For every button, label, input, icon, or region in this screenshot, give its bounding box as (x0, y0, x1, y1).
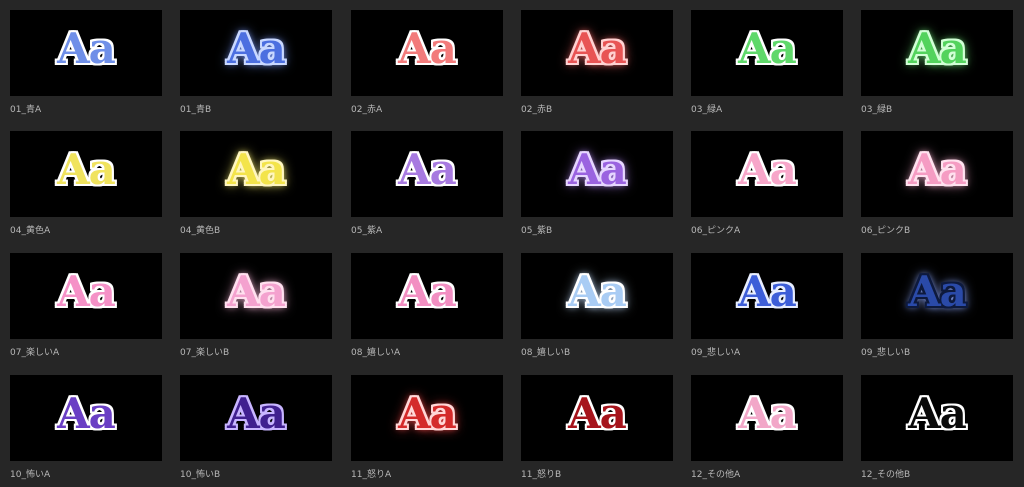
thumbnail-item[interactable]: Aa 08_嬉しいA (351, 253, 503, 365)
thumbnail-label: 12_その他B (861, 470, 911, 480)
sample-text: Aa (398, 267, 457, 316)
thumbnail-preview[interactable]: Aa (10, 10, 162, 96)
sample-text: Aa (57, 267, 116, 316)
thumbnail-item[interactable]: Aa 12_その他A (691, 375, 843, 487)
thumbnail-label: 04_黄色B (180, 226, 221, 236)
thumbnail-label: 01_青A (10, 105, 42, 115)
sample-text: Aa (568, 267, 627, 316)
thumbnail-preview[interactable]: Aa (521, 131, 673, 217)
thumbnail-preview[interactable]: Aa (691, 131, 843, 217)
thumbnail-label: 11_怒りB (521, 470, 562, 480)
thumbnail-label: 03_緑A (691, 105, 723, 115)
thumbnail-item[interactable]: Aa 02_赤B (521, 10, 673, 122)
thumbnail-item[interactable]: Aa 11_怒りA (351, 375, 503, 487)
thumbnail-label: 09_悲しいB (861, 348, 911, 358)
thumbnail-label: 06_ピンクB (861, 226, 911, 236)
thumbnail-item[interactable]: Aa 10_怖いA (10, 375, 162, 487)
sample-text: Aa (738, 389, 797, 438)
thumbnail-item[interactable]: Aa 09_悲しいA (691, 253, 843, 365)
thumbnail-preview[interactable]: Aa (521, 375, 673, 461)
thumbnail-label: 02_赤A (351, 105, 383, 115)
thumbnail-label: 04_黄色A (10, 226, 51, 236)
thumbnail-item[interactable]: Aa 07_楽しいA (10, 253, 162, 365)
sample-text: Aa (227, 24, 286, 73)
thumbnail-label: 05_紫B (521, 226, 553, 236)
sample-text: Aa (908, 145, 967, 194)
thumbnail-item[interactable]: Aa 08_嬉しいB (521, 253, 673, 365)
sample-text: Aa (908, 267, 967, 316)
thumbnail-item[interactable]: Aa 12_その他B (861, 375, 1013, 487)
thumbnail-item[interactable]: Aa 11_怒りB (521, 375, 673, 487)
thumbnail-label: 10_怖いB (180, 470, 221, 480)
sample-text: Aa (57, 24, 116, 73)
sample-text: Aa (398, 389, 457, 438)
thumbnail-preview[interactable]: Aa (691, 253, 843, 339)
thumbnail-item[interactable]: Aa 09_悲しいB (861, 253, 1013, 365)
sample-text: Aa (738, 145, 797, 194)
thumbnail-preview[interactable]: Aa (351, 375, 503, 461)
thumbnail-item[interactable]: Aa 06_ピンクB (861, 131, 1013, 243)
thumbnail-item[interactable]: Aa 04_黄色B (180, 131, 332, 243)
thumbnail-preview[interactable]: Aa (691, 10, 843, 96)
sample-text: Aa (738, 267, 797, 316)
thumbnail-label: 06_ピンクA (691, 226, 741, 236)
thumbnail-label: 05_紫A (351, 226, 383, 236)
thumbnail-preview[interactable]: Aa (861, 10, 1013, 96)
thumbnail-item[interactable]: Aa 01_青B (180, 10, 332, 122)
thumbnail-label: 10_怖いA (10, 470, 51, 480)
thumbnail-preview[interactable]: Aa (521, 253, 673, 339)
sample-text: Aa (57, 145, 116, 194)
sample-text: Aa (738, 24, 797, 73)
thumbnail-preview[interactable]: Aa (180, 131, 332, 217)
sample-text: Aa (398, 24, 457, 73)
sample-text: Aa (227, 145, 286, 194)
sample-text: Aa (398, 145, 457, 194)
thumbnail-preview[interactable]: Aa (10, 131, 162, 217)
thumbnail-preview[interactable]: Aa (180, 375, 332, 461)
sample-text: Aa (568, 24, 627, 73)
sample-text: Aa (908, 24, 967, 73)
thumbnail-preview[interactable]: Aa (521, 10, 673, 96)
thumbnail-preview[interactable]: Aa (351, 253, 503, 339)
thumbnail-preview[interactable]: Aa (180, 253, 332, 339)
thumbnail-item[interactable]: Aa 02_赤A (351, 10, 503, 122)
thumbnail-item[interactable]: Aa 06_ピンクA (691, 131, 843, 243)
thumbnail-preview[interactable]: Aa (691, 375, 843, 461)
thumbnail-item[interactable]: Aa 04_黄色A (10, 131, 162, 243)
thumbnail-label: 08_嬉しいB (521, 348, 571, 358)
thumbnail-label: 11_怒りA (351, 470, 392, 480)
thumbnail-item[interactable]: Aa 05_紫B (521, 131, 673, 243)
thumbnail-item[interactable]: Aa 01_青A (10, 10, 162, 122)
thumbnail-label: 01_青B (180, 105, 212, 115)
thumbnail-item[interactable]: Aa 03_緑B (861, 10, 1013, 122)
sample-text: Aa (908, 389, 967, 438)
thumbnail-label: 07_楽しいB (180, 348, 230, 358)
thumbnail-item[interactable]: Aa 05_紫A (351, 131, 503, 243)
sample-text: Aa (227, 267, 286, 316)
thumbnail-preview[interactable]: Aa (10, 253, 162, 339)
sample-text: Aa (568, 145, 627, 194)
thumbnail-preview[interactable]: Aa (351, 131, 503, 217)
sample-text: Aa (568, 389, 627, 438)
thumbnail-grid: Aa 01_青A Aa 01_青B Aa 02_赤A Aa 02_赤B Aa 03_緑A Aa 03_… (0, 0, 1024, 486)
thumbnail-label: 02_赤B (521, 105, 553, 115)
thumbnail-preview[interactable]: Aa (861, 131, 1013, 217)
sample-text: Aa (57, 389, 116, 438)
sample-text: Aa (227, 389, 286, 438)
thumbnail-item[interactable]: Aa 03_緑A (691, 10, 843, 122)
thumbnail-label: 03_緑B (861, 105, 893, 115)
thumbnail-label: 07_楽しいA (10, 348, 60, 358)
thumbnail-preview[interactable]: Aa (861, 253, 1013, 339)
thumbnail-label: 09_悲しいA (691, 348, 741, 358)
thumbnail-preview[interactable]: Aa (351, 10, 503, 96)
thumbnail-preview[interactable]: Aa (180, 10, 332, 96)
thumbnail-item[interactable]: Aa 10_怖いB (180, 375, 332, 487)
thumbnail-label: 08_嬉しいA (351, 348, 401, 358)
thumbnail-preview[interactable]: Aa (10, 375, 162, 461)
thumbnail-preview[interactable]: Aa (861, 375, 1013, 461)
thumbnail-item[interactable]: Aa 07_楽しいB (180, 253, 332, 365)
thumbnail-label: 12_その他A (691, 470, 741, 480)
